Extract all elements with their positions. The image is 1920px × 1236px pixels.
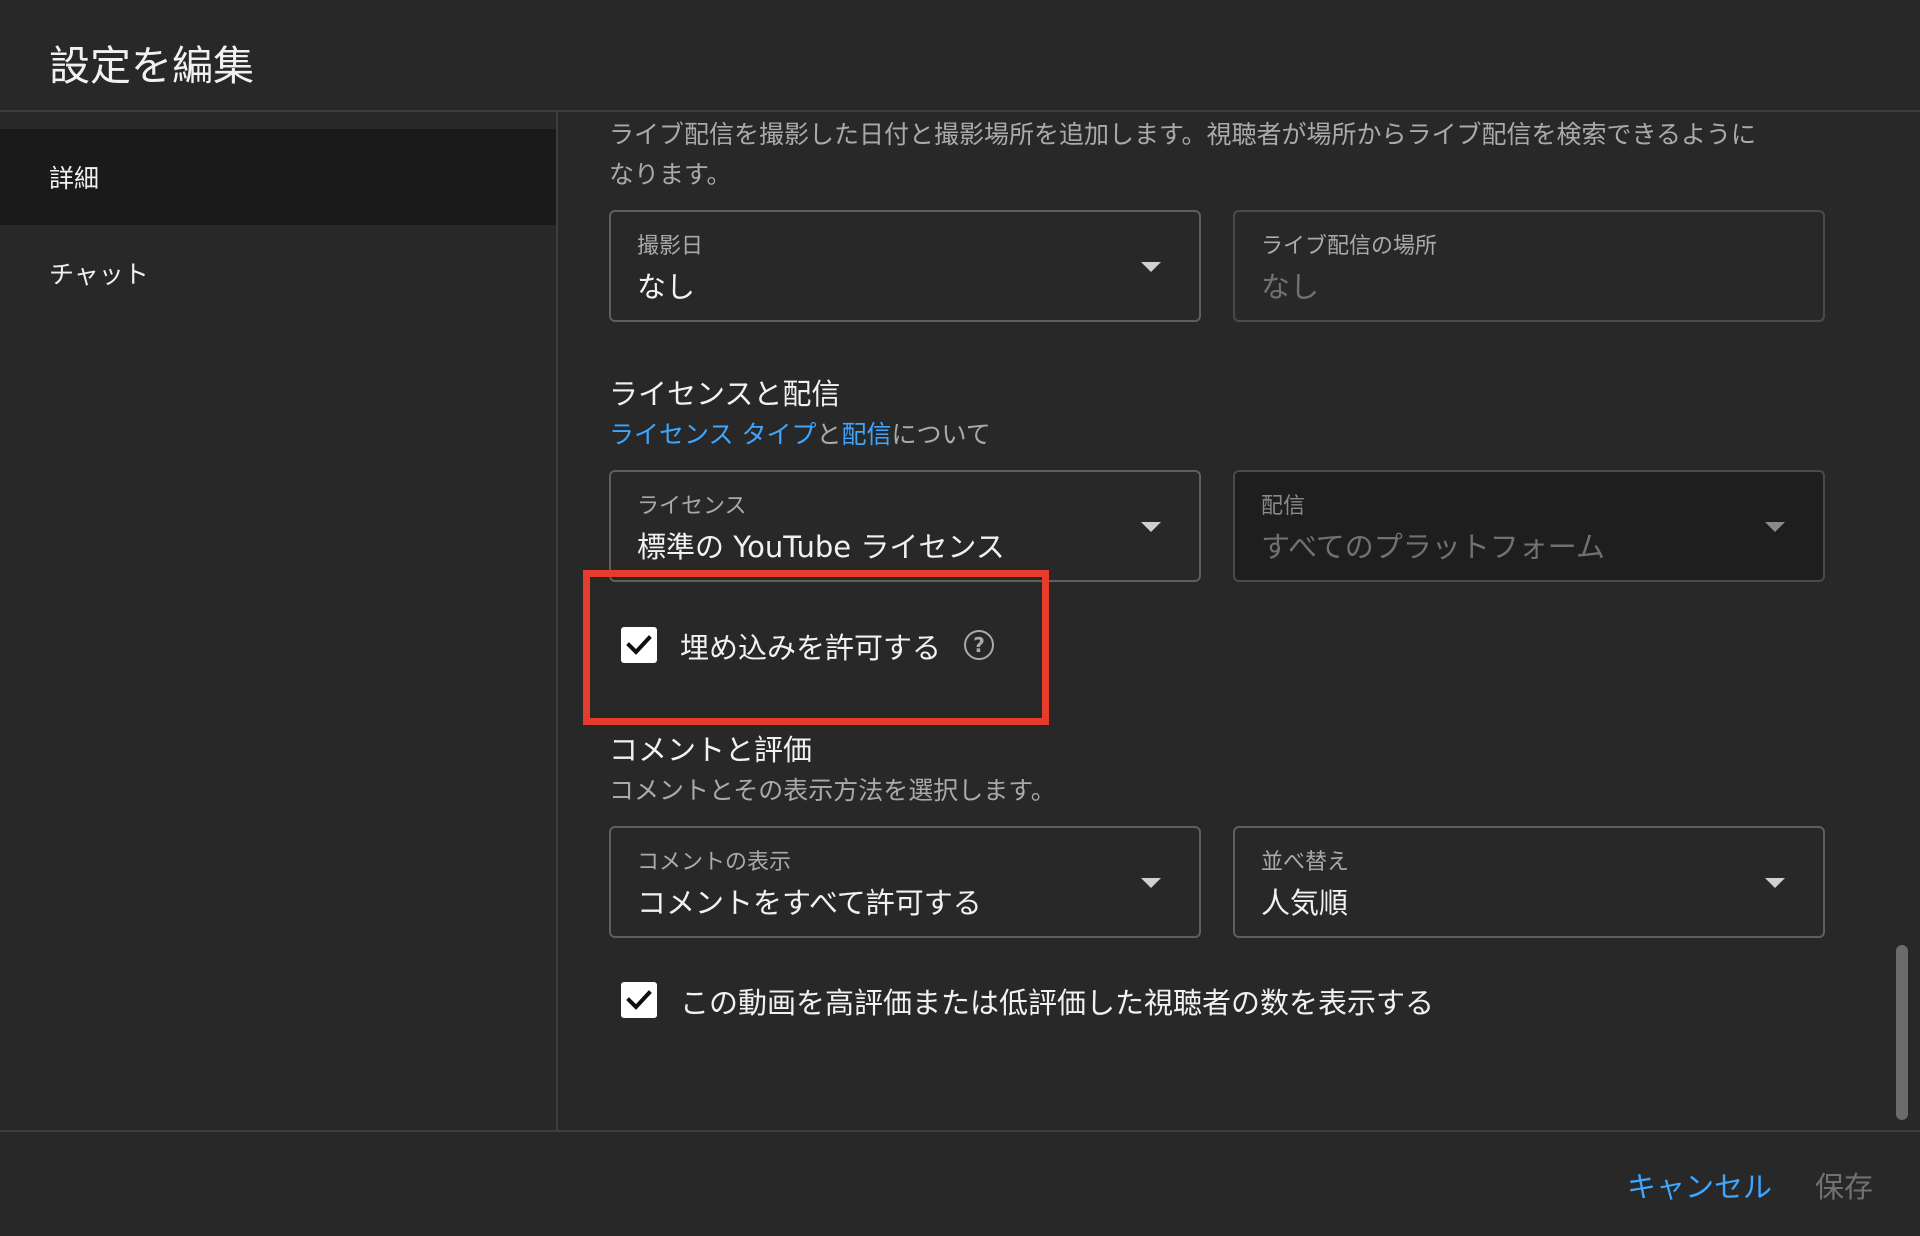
sort-by-value: 人気順 [1261,886,1349,920]
stream-location-field[interactable]: ライブ配信の場所 なし [1233,210,1825,322]
license-and-text: と [816,420,842,449]
sort-by-label: 並べ替え [1261,850,1350,875]
scrollbar[interactable] [1896,945,1908,1120]
checkmark-icon [626,990,652,1010]
distribution-dropdown[interactable]: 配信 すべてのプラットフォーム [1233,470,1825,582]
distribution-link[interactable]: 配信 [841,420,891,449]
distribution-label: 配信 [1261,494,1306,519]
cancel-button[interactable]: キャンセル [1627,1164,1772,1206]
license-section-title: ライセンスと配信 [609,377,841,411]
recording-date-dropdown[interactable]: 撮影日 なし [609,210,1201,322]
highlight-annotation [583,570,1049,725]
license-label: ライセンス [637,494,747,519]
dropdown-arrow-icon [1765,522,1785,532]
license-help-text: ライセンス タイプと配信について [609,415,991,455]
stream-location-placeholder: なし [1261,270,1320,304]
stream-location-label: ライブ配信の場所 [1261,234,1438,259]
save-button[interactable]: 保存 [1815,1164,1873,1206]
dropdown-arrow-icon [1765,878,1785,888]
comment-visibility-dropdown[interactable]: コメントの表示 コメントをすべて許可する [609,826,1201,938]
page-title: 設定を編集 [49,42,254,90]
sidebar: 詳細 チャット [0,112,558,1130]
dropdown-arrow-icon [1141,522,1161,532]
show-ratings-checkbox[interactable] [621,982,657,1018]
sidebar-item-chat[interactable]: チャット [0,225,556,321]
dialog-footer: キャンセル 保存 [0,1130,1920,1236]
dialog-header: 設定を編集 [0,0,1920,112]
recording-date-value: なし [637,270,696,304]
comments-section-title: コメントと評価 [609,733,813,767]
sort-by-dropdown[interactable]: 並べ替え 人気順 [1233,826,1825,938]
show-ratings-label: この動画を高評価または低評価した視聴者の数を表示する [680,986,1435,1020]
sidebar-item-details[interactable]: 詳細 [0,129,556,225]
license-value: 標準の YouTube ライセンス [637,530,1005,564]
comments-description: コメントとその表示方法を選択します。 [609,776,1056,805]
dropdown-arrow-icon [1141,262,1161,272]
distribution-value: すべてのプラットフォーム [1261,530,1605,564]
location-description-line1: ライブ配信を撮影した日付と撮影場所を追加します。視聴者が場所からライブ配信を検索… [609,120,1757,149]
license-about-text: について [891,420,991,449]
license-type-link[interactable]: ライセンス タイプ [609,420,816,449]
comment-visibility-value: コメントをすべて許可する [637,886,982,920]
recording-date-label: 撮影日 [637,234,704,259]
dropdown-arrow-icon [1141,878,1161,888]
location-description-line2: なります。 [609,160,732,189]
comment-visibility-label: コメントの表示 [637,850,792,875]
license-dropdown[interactable]: ライセンス 標準の YouTube ライセンス [609,470,1201,582]
